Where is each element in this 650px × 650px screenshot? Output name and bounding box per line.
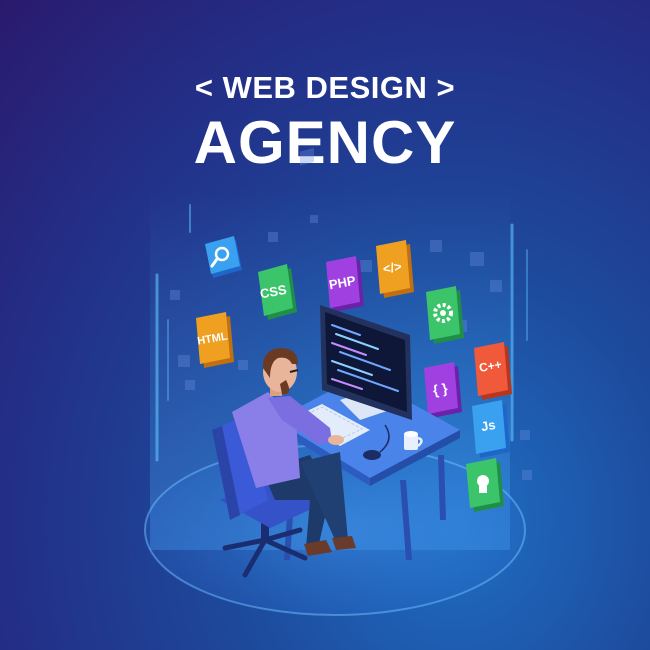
- code-tag-tile: </>: [376, 240, 414, 298]
- html-tile: HTML: [196, 312, 234, 368]
- php-tile: PHP: [326, 256, 364, 312]
- gear-tile: [426, 286, 464, 344]
- cpp-tile: C++: [474, 342, 512, 400]
- js-tile-label: Js: [480, 417, 497, 434]
- lightbulb-tile: [466, 458, 504, 512]
- developer-illustration: CSS PHP </> HTML C++ {} Js: [144, 147, 532, 616]
- css-tile: CSS: [258, 264, 297, 320]
- poster: < WEB DESIGN > AGENCY CSS PHP </> HTML C…: [0, 0, 650, 650]
- js-tile: Js: [472, 400, 510, 458]
- curly-tile: { }: [424, 362, 462, 418]
- mouse: [363, 450, 381, 460]
